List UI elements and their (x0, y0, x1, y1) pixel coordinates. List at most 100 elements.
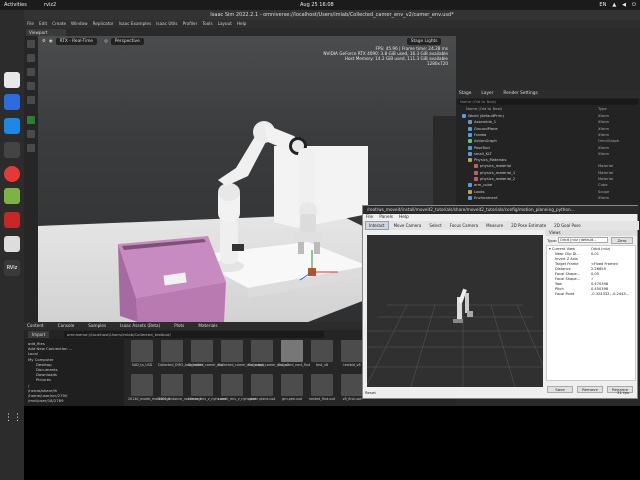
stage-row[interactable]: physics_material_2 Material (456, 176, 640, 182)
menu-create[interactable]: Create (52, 20, 66, 28)
stage-row[interactable]: ActionGraph OmniGraph (456, 138, 640, 144)
rviz-icon[interactable]: RViz (4, 260, 20, 276)
stage-row[interactable]: Looks Scope (456, 189, 640, 195)
menu-replicator[interactable]: Replicator (93, 20, 114, 28)
terminal-icon[interactable] (4, 142, 20, 158)
move-tool-icon[interactable] (27, 54, 35, 62)
viewport-tab[interactable]: Viewport (26, 29, 66, 36)
tool-2d-goal-pose[interactable]: 2D Goal Pose (551, 221, 584, 230)
tab-materials[interactable]: Materials (198, 322, 217, 330)
remove-button[interactable]: Remove (577, 386, 603, 393)
file-thumbnail[interactable] (191, 340, 213, 362)
view-property-value[interactable]: 2.26659 (591, 267, 606, 272)
pause-icon[interactable] (27, 130, 35, 138)
view-property-value[interactable]: 0.05 (591, 272, 599, 277)
file-thumbnail[interactable] (311, 374, 333, 396)
docs-icon[interactable] (4, 94, 20, 110)
stage-row[interactable]: PoseTool Xform (456, 145, 640, 151)
renderer-dropdown[interactable]: RTX - Real-Time (55, 37, 98, 45)
lights-dropdown[interactable]: Stage Lights (406, 37, 442, 45)
reset-button[interactable]: Reset (365, 390, 376, 395)
tab-render-settings[interactable]: Render Settings (503, 90, 537, 98)
view-property-value[interactable]: ✓ (591, 277, 594, 282)
settings-icon[interactable]: ⚙ (42, 39, 46, 44)
zero-button[interactable]: Zero (611, 237, 633, 244)
menu-help[interactable]: Help (237, 20, 247, 28)
col-type[interactable]: Type (598, 106, 607, 112)
tool-interact[interactable]: Interact (365, 221, 389, 230)
tool-move-camera[interactable]: Move Camera (391, 221, 425, 230)
isaac-sim-icon[interactable] (4, 188, 20, 204)
file-thumbnail[interactable] (341, 374, 363, 396)
menu-window[interactable]: Window (71, 20, 88, 28)
rviz-render-view[interactable] (367, 235, 543, 387)
file-thumbnail[interactable] (191, 374, 213, 396)
file-thumbnail[interactable] (281, 340, 303, 362)
file-thumbnail[interactable] (251, 374, 273, 396)
stage-row[interactable]: Physics_Materials (456, 157, 640, 163)
view-property-value[interactable]: 0.01 (591, 252, 599, 257)
rviz-menu-help[interactable]: Help (399, 214, 409, 221)
tab-stage[interactable]: Stage (459, 90, 471, 98)
volume-icon[interactable]: ◀ (622, 2, 626, 8)
eye-icon[interactable]: ◎ (104, 39, 108, 44)
tool-2d-pose-estimate[interactable]: 2D Pose Estimate (508, 221, 549, 230)
play-icon[interactable] (27, 116, 35, 124)
stage-row[interactable]: physics_material_1 Material (456, 170, 640, 176)
select-tool-icon[interactable] (27, 40, 35, 48)
views-type-dropdown[interactable]: Orbit (rviz (default... (558, 237, 608, 243)
path-field[interactable]: omniverse://localhost/Users/imlab/Collec… (64, 331, 324, 338)
activities-button[interactable]: Activities (4, 2, 27, 8)
rviz-menu-file[interactable]: File (366, 214, 373, 221)
menu-tools[interactable]: Tools (202, 20, 212, 28)
menu-isaac-examples[interactable]: Isaac Examples (119, 20, 152, 28)
stage-row[interactable]: Franka Xform (456, 132, 640, 138)
tab-samples[interactable]: Samples (88, 322, 106, 330)
stop-icon[interactable] (27, 144, 35, 152)
vscode-icon[interactable] (4, 118, 20, 134)
rotate-tool-icon[interactable] (27, 68, 35, 76)
view-property-value[interactable]: -0.324332; -0.2443... (591, 292, 629, 297)
tool-focus-camera[interactable]: Focus Camera (447, 221, 481, 230)
files-icon[interactable] (4, 72, 20, 88)
tab-plots[interactable]: Plots (174, 322, 184, 330)
tab-layer[interactable]: Layer (481, 90, 493, 98)
folder-tree-item[interactable]: Pictures (36, 377, 51, 382)
chrome-icon[interactable] (4, 166, 20, 182)
file-thumbnail[interactable] (341, 340, 363, 362)
stage-row[interactable]: World (defaultPrim) Xform (456, 113, 640, 119)
menu-isaac-utils[interactable]: Isaac Utils (156, 20, 177, 28)
menu-layout[interactable]: Layout (218, 20, 232, 28)
clock[interactable]: Aug 25 16:08 (300, 2, 334, 8)
app-grid-icon[interactable]: ⋮⋮ (4, 410, 22, 426)
camera-dropdown[interactable]: Perspective (110, 37, 144, 45)
stage-row[interactable]: GroundPlane Xform (456, 126, 640, 132)
tab-console[interactable]: Console (58, 322, 75, 330)
active-app-label[interactable]: rviz2 (44, 2, 56, 8)
app-icon[interactable] (4, 212, 20, 228)
view-property-value[interactable]: <Fixed Frame> (591, 262, 619, 267)
save-button[interactable]: Save (547, 386, 573, 393)
file-thumbnail[interactable] (161, 340, 183, 362)
stage-row[interactable]: Assemble_1 Xform (456, 119, 640, 125)
file-thumbnail[interactable] (131, 340, 153, 362)
app-icon-2[interactable] (4, 236, 20, 252)
rviz-menu-panels[interactable]: Panels (379, 214, 393, 221)
file-thumbnail[interactable] (251, 340, 273, 362)
file-thumbnail[interactable] (311, 340, 333, 362)
file-thumbnail[interactable] (161, 374, 183, 396)
camera-light-icon[interactable]: ◉ (49, 39, 53, 44)
file-thumbnail[interactable] (281, 374, 303, 396)
menu-edit[interactable]: Edit (39, 20, 47, 28)
snap-tool-icon[interactable] (27, 96, 35, 104)
stage-search-input[interactable]: Name (Old to New) (458, 99, 638, 105)
stage-row[interactable]: arm_cube Cube (456, 182, 640, 188)
file-thumbnail[interactable] (221, 374, 243, 396)
stage-row[interactable]: physics_material Material (456, 163, 640, 169)
menu-profiler[interactable]: Profiler (183, 20, 198, 28)
tool-measure[interactable]: Measure (483, 221, 506, 230)
view-property-value[interactable]: 0.450398 (591, 287, 608, 292)
file-thumbnail[interactable] (221, 340, 243, 362)
network-icon[interactable]: ▲ (612, 2, 616, 8)
folder-tree-item[interactable]: /mnt/user/18/2789 (28, 398, 64, 403)
